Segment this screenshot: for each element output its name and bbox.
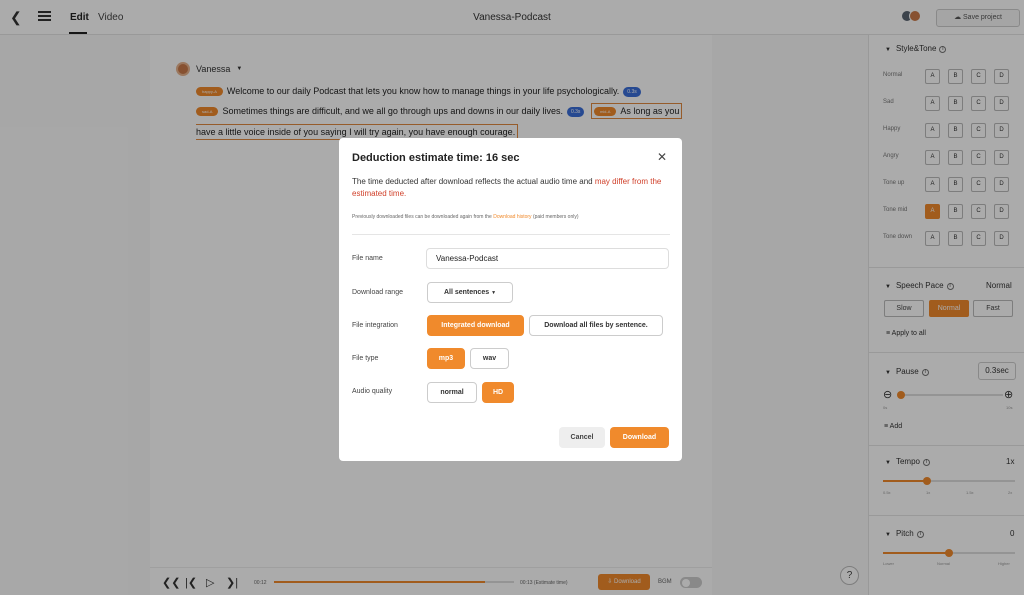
- file-type-label: File type: [352, 355, 379, 362]
- download-range-value: All sentences: [443, 289, 490, 296]
- dialog-note: Previously downloaded files can be downl…: [352, 214, 579, 220]
- dialog-note-suffix: (paid members only): [531, 214, 579, 220]
- caret-down-icon: ▼: [491, 290, 497, 296]
- dialog-description: The time deducted after download reflect…: [352, 176, 672, 200]
- dialog-note-text: Previously downloaded files can be downl…: [352, 214, 494, 220]
- download-range-label: Download range: [352, 289, 403, 296]
- download-range-select[interactable]: All sentences ▼: [427, 282, 513, 303]
- dialog-title: Deduction estimate time: 16 sec: [352, 152, 520, 164]
- file-type-mp3-button[interactable]: mp3: [427, 348, 465, 369]
- quality-normal-button[interactable]: normal: [427, 382, 477, 403]
- download-history-link[interactable]: Download history: [493, 214, 531, 220]
- quality-hd-button[interactable]: HD: [482, 382, 514, 403]
- download-by-sentence-button[interactable]: Download all files by sentence.: [529, 315, 663, 336]
- divider: [352, 234, 670, 235]
- file-type-wav-button[interactable]: wav: [470, 348, 509, 369]
- download-dialog: Deduction estimate time: 16 sec ✕ The ti…: [339, 138, 682, 461]
- dialog-description-text: The time deducted after download reflect…: [352, 177, 595, 186]
- audio-quality-label: Audio quality: [352, 388, 393, 395]
- cancel-button[interactable]: Cancel: [559, 427, 605, 448]
- dialog-download-button[interactable]: Download: [610, 427, 669, 448]
- integrated-download-button[interactable]: Integrated download: [427, 315, 524, 336]
- close-icon[interactable]: ✕: [657, 150, 667, 164]
- file-name-label: File name: [352, 255, 383, 262]
- file-integration-label: File integration: [352, 322, 398, 329]
- file-name-field[interactable]: Vanessa-Podcast: [426, 248, 669, 269]
